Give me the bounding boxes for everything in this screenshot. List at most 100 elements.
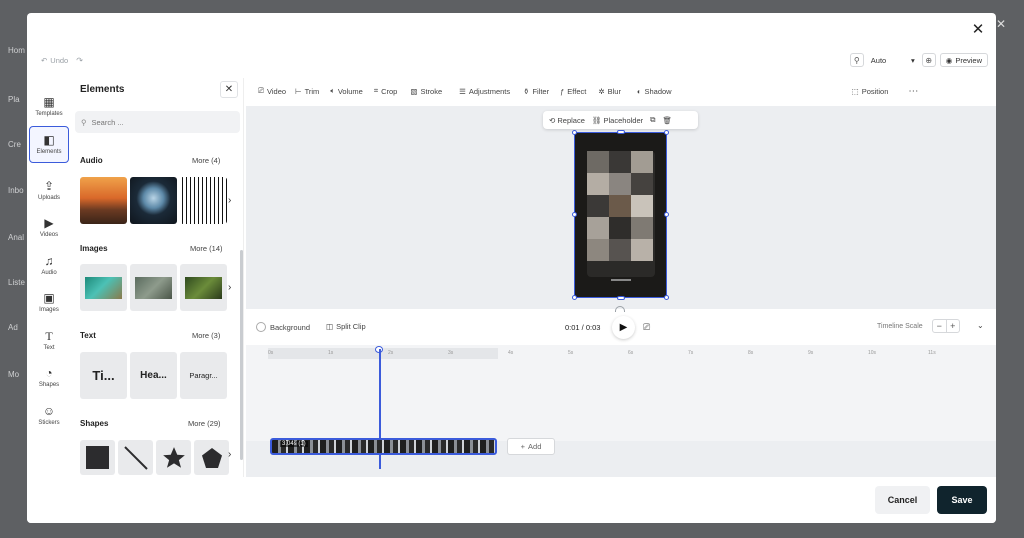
resize-handle[interactable] xyxy=(664,295,669,300)
image-thumb[interactable] xyxy=(180,264,227,311)
more-audio-link[interactable]: More (4) xyxy=(192,156,220,165)
video-clip[interactable]: 3.04s (1) xyxy=(270,438,497,455)
resize-handle[interactable] xyxy=(572,130,577,135)
tool-effect[interactable]: ƒ Effect xyxy=(560,87,586,96)
audio-thumb[interactable] xyxy=(80,177,127,224)
line-shape[interactable] xyxy=(118,440,153,475)
chevron-right-icon[interactable]: › xyxy=(228,195,231,206)
chevron-right-icon[interactable]: › xyxy=(228,282,231,293)
redo-button[interactable]: ↷ xyxy=(76,56,83,65)
templates-icon: ▦ xyxy=(43,95,55,109)
tool-crop[interactable]: ⌗ Crop xyxy=(374,86,398,96)
background-button[interactable]: Background xyxy=(256,322,310,332)
timeline-tick: 4s xyxy=(508,350,514,356)
split-clip-button[interactable]: ◫ Split Clip xyxy=(326,322,366,331)
text-paragraph-thumb[interactable]: Paragr... xyxy=(180,352,227,399)
resize-handle[interactable] xyxy=(572,295,577,300)
tool-adjustments[interactable]: ☰ Adjustments xyxy=(459,87,510,96)
zoom-select[interactable]: Auto ▾ xyxy=(868,53,918,67)
image-thumb[interactable] xyxy=(130,264,177,311)
bg-nav-analytics: Anal xyxy=(8,233,25,242)
nav-audio[interactable]: ♫ Audio xyxy=(29,247,69,284)
zoom-in-icon: ⊕ xyxy=(925,55,933,65)
tool-position[interactable]: ⬚ Position xyxy=(852,87,889,96)
audio-thumb[interactable] xyxy=(130,177,177,224)
nav-stickers[interactable]: ☺ Stickers xyxy=(29,397,69,434)
text-heading-thumb[interactable]: Hea... xyxy=(130,352,177,399)
elements-panel: Elements ✕ ⚲ Audio More (4) › Images Mor… xyxy=(72,78,244,477)
trash-icon[interactable]: 🗑︎ xyxy=(662,116,672,125)
nav-templates[interactable]: ▦ Templates xyxy=(29,88,69,125)
pentagon-shape[interactable] xyxy=(194,440,229,475)
timeline-tick: 10s xyxy=(868,350,877,356)
tool-shadow[interactable]: ◐ Shadow xyxy=(637,87,672,96)
tool-volume[interactable]: 🔈︎ Volume xyxy=(330,86,363,96)
resize-handle[interactable] xyxy=(617,296,625,300)
star-icon xyxy=(162,446,185,468)
more-text-link[interactable]: More (3) xyxy=(192,331,220,340)
timeline[interactable]: 0s 1s 2s 3s 4s 5s 6s 7s 8s 9s 10s 11s xyxy=(246,345,996,477)
more-options-button[interactable]: ⋯ xyxy=(908,86,918,97)
scale-minus-button[interactable]: − xyxy=(933,320,946,332)
preview-button[interactable]: ◉ Preview xyxy=(939,53,988,67)
filter-icon: ⚱ xyxy=(523,86,530,96)
resize-handle[interactable] xyxy=(617,130,625,134)
tool-stroke[interactable]: ▧ Stroke xyxy=(410,87,442,96)
undo-icon: ↶ xyxy=(41,56,48,65)
close-panel-button[interactable]: ✕ xyxy=(220,81,238,98)
fullscreen-button[interactable]: ⎚ xyxy=(643,322,650,333)
line-icon xyxy=(123,445,148,470)
cancel-button[interactable]: Cancel xyxy=(875,486,930,514)
photo-tile xyxy=(631,217,653,239)
play-button[interactable]: ▶ xyxy=(612,316,635,339)
square-shape[interactable] xyxy=(80,440,115,475)
more-images-link[interactable]: More (14) xyxy=(190,244,223,253)
upload-icon: ⇪ xyxy=(43,179,55,193)
photo-tile xyxy=(587,195,609,217)
nav-text[interactable]: T Text xyxy=(29,322,69,359)
plus-icon: + xyxy=(520,442,526,451)
undo-button[interactable]: ↶ Undo xyxy=(41,56,68,65)
zoom-out-button[interactable]: ⚲ xyxy=(849,53,864,67)
resize-handle[interactable] xyxy=(664,212,669,217)
nav-label: Uploads xyxy=(37,195,60,201)
text-title-thumb[interactable]: Ti... xyxy=(80,352,127,399)
more-shapes-link[interactable]: More (29) xyxy=(188,419,221,428)
panel-scrollbar[interactable] xyxy=(240,250,243,460)
audio-waveform-thumb[interactable] xyxy=(180,177,227,224)
section-title-audio: Audio xyxy=(80,156,103,165)
resize-handle[interactable] xyxy=(572,212,577,217)
tool-trim[interactable]: ⊢ Trim xyxy=(295,87,319,96)
resize-handle[interactable] xyxy=(664,130,669,135)
tool-video[interactable]: ⎚ Video xyxy=(258,86,286,96)
nav-images[interactable]: ▣ Images xyxy=(29,284,69,321)
scale-plus-button[interactable]: + xyxy=(945,320,960,332)
timeline-tick: 6s xyxy=(628,350,634,356)
clip-duration-label: 3.04s (1) xyxy=(280,441,308,447)
stroke-icon: ▧ xyxy=(410,86,418,96)
tool-blur[interactable]: ✲ Blur xyxy=(598,87,621,96)
search-input[interactable] xyxy=(91,117,212,127)
nav-videos[interactable]: ▶ Videos xyxy=(29,209,69,246)
zoom-in-button[interactable]: ⊕ xyxy=(921,53,936,67)
save-button[interactable]: Save xyxy=(937,486,987,514)
duplicate-icon[interactable]: ⧉ xyxy=(650,115,655,125)
placeholder-button[interactable]: ⛓ Placeholder xyxy=(592,116,643,125)
image-thumb[interactable] xyxy=(80,264,127,311)
screen-icon: ⎚ xyxy=(643,322,651,332)
nav-shapes[interactable]: ◔ Shapes xyxy=(29,359,69,396)
undo-zoom-bar: ↶ Undo ↷ ⚲ Auto ▾ ⊕ ◉ Preview xyxy=(27,50,996,71)
chevron-right-icon[interactable]: › xyxy=(228,449,231,460)
video-preview[interactable] xyxy=(572,130,669,300)
collapse-timeline-button[interactable]: ⌄ xyxy=(977,321,984,330)
close-modal-button[interactable]: ✕ xyxy=(970,22,986,38)
star-shape[interactable] xyxy=(156,440,191,475)
nav-label: Videos xyxy=(39,232,59,238)
nav-uploads[interactable]: ⇪ Uploads xyxy=(29,172,69,209)
nav-elements[interactable]: ◧ Elements xyxy=(29,126,69,163)
video-icon: ⎚ xyxy=(258,86,264,95)
add-clip-button[interactable]: + Add xyxy=(507,438,555,455)
tool-filter[interactable]: ⚱ Filter xyxy=(523,87,549,96)
replace-button[interactable]: ⟲ Replace xyxy=(549,116,585,125)
context-toolbar: ⟲ Replace ⛓ Placeholder ⧉ 🗑︎ xyxy=(543,111,698,129)
